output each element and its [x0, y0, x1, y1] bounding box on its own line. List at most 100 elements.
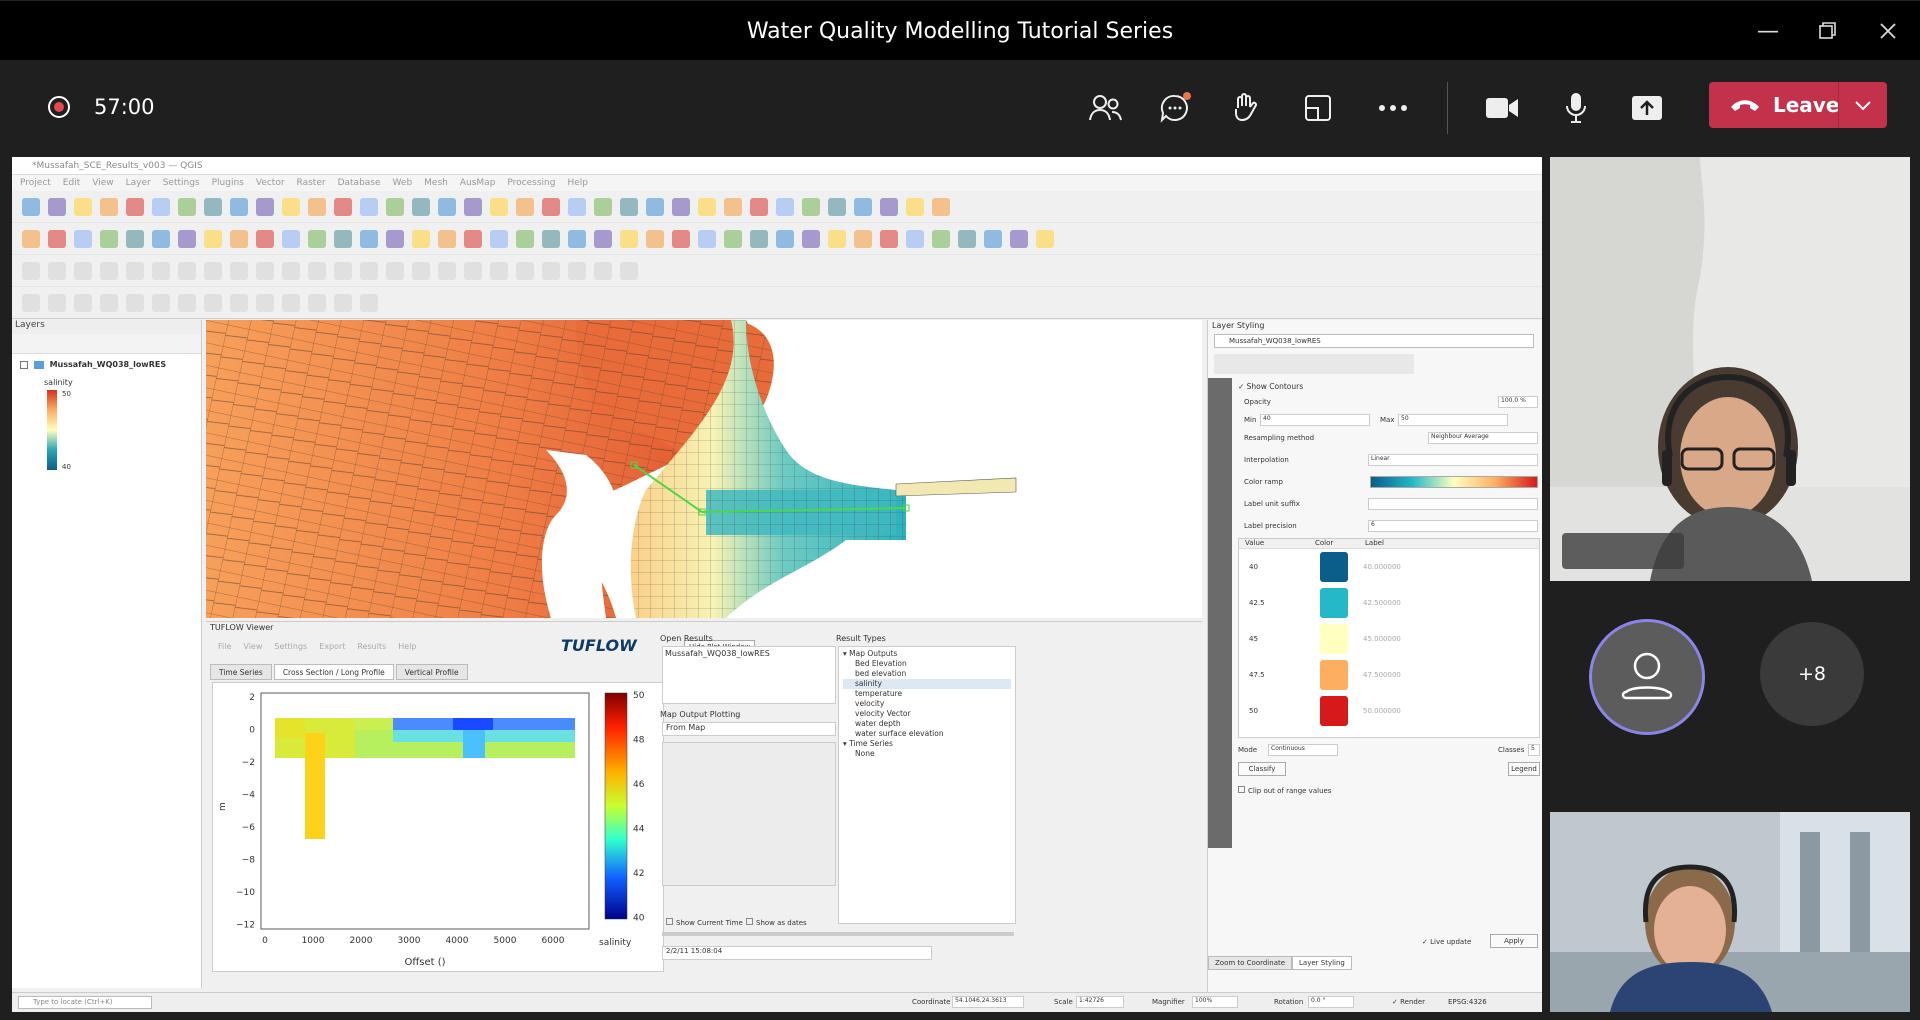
result-type-item[interactable]: salinity	[843, 679, 1011, 689]
tuflow-menu-item[interactable]: Export	[319, 642, 345, 651]
toolbar-tool-icon[interactable]	[204, 197, 222, 216]
toolbar-tool-icon[interactable]	[438, 261, 456, 280]
toolbar-tool-icon[interactable]	[230, 261, 248, 280]
toolbar-tool-icon[interactable]	[1010, 229, 1028, 248]
toolbar-tool-icon[interactable]	[126, 197, 144, 216]
entry-color-swatch[interactable]	[1320, 696, 1348, 726]
table-row[interactable]: 42.5 42.500000	[1239, 585, 1539, 621]
scale-field[interactable]: 1:42726	[1076, 996, 1124, 1008]
toolbar-tool-icon[interactable]	[620, 229, 638, 248]
plot-tools-toolbar[interactable]	[662, 742, 836, 886]
result-type-item[interactable]: ▾ Map Outputs	[843, 649, 1011, 659]
toolbar-tool-icon[interactable]	[256, 229, 274, 248]
toolbar-tool-icon[interactable]	[542, 229, 560, 248]
toolbar-tool-icon[interactable]	[360, 229, 378, 248]
entry-value[interactable]: 45	[1239, 635, 1309, 643]
toolbar-tool-icon[interactable]	[464, 197, 482, 216]
result-type-item[interactable]: velocity Vector	[843, 709, 1011, 719]
toolbar-tool-icon[interactable]	[126, 261, 144, 280]
toolbar-tool-icon[interactable]	[126, 293, 144, 312]
toolbar-tool-icon[interactable]	[828, 229, 846, 248]
toolbar-tool-icon[interactable]	[256, 197, 274, 216]
entry-color-swatch[interactable]	[1320, 660, 1348, 690]
checkbox-icon[interactable]	[20, 360, 28, 369]
toolbar-tool-icon[interactable]	[568, 261, 586, 280]
resampling-select[interactable]: Neighbour Average	[1428, 432, 1538, 444]
toolbar-tool-icon[interactable]	[360, 261, 378, 280]
toolbar-tool-icon[interactable]	[776, 229, 794, 248]
toolbar-tool-icon[interactable]	[932, 197, 950, 216]
toolbar-tool-icon[interactable]	[438, 197, 456, 216]
entry-value[interactable]: 42.5	[1239, 599, 1309, 607]
result-type-item[interactable]: temperature	[843, 689, 1011, 699]
interpolation-select[interactable]: Linear	[1368, 454, 1538, 466]
toolbar-tool-icon[interactable]	[334, 229, 352, 248]
live-update-checkbox[interactable]: ✓ Live update	[1422, 938, 1471, 946]
magnifier-field[interactable]: 100%	[1192, 996, 1238, 1008]
toolbar-tool-icon[interactable]	[620, 197, 638, 216]
toolbar-tool-icon[interactable]	[568, 229, 586, 248]
toolbar-tool-icon[interactable]	[802, 197, 820, 216]
toolbar-tool-icon[interactable]	[48, 293, 66, 312]
toolbar-tool-icon[interactable]	[230, 229, 248, 248]
toolbar-tool-icon[interactable]	[594, 197, 612, 216]
color-ramp-select[interactable]	[1370, 476, 1538, 488]
share-screen-button[interactable]	[1627, 88, 1667, 128]
toolbar-tool-icon[interactable]	[22, 293, 40, 312]
toolbar-tool-icon[interactable]	[412, 197, 430, 216]
restore-icon[interactable]	[1808, 11, 1848, 51]
avatar[interactable]	[1589, 619, 1705, 735]
show-contours-checkbox[interactable]: ✓ Show Contours	[1238, 382, 1303, 391]
result-type-item[interactable]: ▾ Time Series	[843, 739, 1011, 749]
qgis-menu-item[interactable]: Vector	[256, 178, 285, 188]
toolbar-tool-icon[interactable]	[74, 261, 92, 280]
toolbar-tool-icon[interactable]	[906, 197, 924, 216]
toolbar-tool-icon[interactable]	[438, 229, 456, 248]
toolbar-tool-icon[interactable]	[646, 229, 664, 248]
toolbar-tool-icon[interactable]	[334, 261, 352, 280]
toolbar-tool-icon[interactable]	[932, 229, 950, 248]
qgis-menu-item[interactable]: Help	[567, 178, 588, 188]
toolbar-tool-icon[interactable]	[906, 229, 924, 248]
toolbar-tool-icon[interactable]	[568, 197, 586, 216]
table-row[interactable]: 50 50.000000	[1239, 693, 1539, 729]
time-slider[interactable]	[662, 932, 1014, 936]
camera-button[interactable]	[1482, 88, 1522, 128]
toolbar-tool-icon[interactable]	[152, 261, 170, 280]
result-type-item[interactable]: Bed Elevation	[843, 659, 1011, 669]
more-participants-button[interactable]: +8	[1760, 622, 1864, 726]
qgis-menu-item[interactable]: Mesh	[424, 178, 448, 188]
result-type-item[interactable]: None	[843, 749, 1011, 759]
toolbar-tool-icon[interactable]	[594, 261, 612, 280]
toolbar-tool-icon[interactable]	[360, 197, 378, 216]
toolbar-tool-icon[interactable]	[412, 229, 430, 248]
label-unit-suffix-field[interactable]	[1368, 498, 1538, 510]
toolbar-tool-icon[interactable]	[984, 229, 1002, 248]
toolbar-tool-icon[interactable]	[100, 293, 118, 312]
toolbar-tool-icon[interactable]	[516, 229, 534, 248]
toolbar-tool-icon[interactable]	[48, 197, 66, 216]
dock-tab[interactable]: Layer Styling	[1292, 956, 1352, 970]
toolbar-tool-icon[interactable]	[74, 229, 92, 248]
toolbar-tool-icon[interactable]	[724, 229, 742, 248]
toolbar-tool-icon[interactable]	[594, 229, 612, 248]
toolbar-tool-icon[interactable]	[334, 293, 352, 312]
toolbar-tool-icon[interactable]	[698, 229, 716, 248]
toolbar-tool-icon[interactable]	[958, 229, 976, 248]
toolbar-tool-icon[interactable]	[490, 261, 508, 280]
chevron-down-icon[interactable]	[1853, 95, 1873, 119]
from-map-dropdown[interactable]: From Map	[662, 722, 836, 736]
toolbar-tool-icon[interactable]	[802, 229, 820, 248]
toolbar-tool-icon[interactable]	[230, 293, 248, 312]
microphone-button[interactable]	[1556, 88, 1596, 128]
rotation-field[interactable]: 0.0 °	[1308, 996, 1354, 1008]
toolbar-tool-icon[interactable]	[48, 229, 66, 248]
toolbar-tool-icon[interactable]	[698, 197, 716, 216]
entry-color-swatch[interactable]	[1320, 588, 1348, 618]
participants-button[interactable]	[1085, 88, 1125, 128]
qgis-menu-item[interactable]: Raster	[297, 178, 326, 188]
toolbar-tool-icon[interactable]	[334, 197, 352, 216]
toolbar-tool-icon[interactable]	[282, 197, 300, 216]
toolbar-tool-icon[interactable]	[152, 293, 170, 312]
toolbar-tool-icon[interactable]	[646, 197, 664, 216]
